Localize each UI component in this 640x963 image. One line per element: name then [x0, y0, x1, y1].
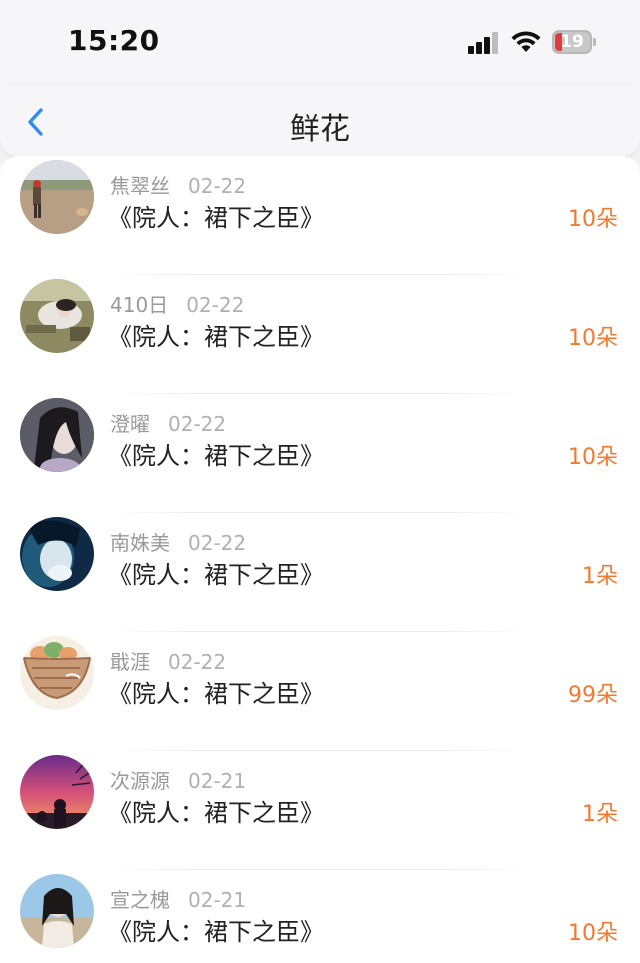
item-meta: 410日 02-22	[110, 289, 244, 318]
page-title: 鲜花	[290, 112, 350, 147]
user-name[interactable]: 宣之槐	[110, 888, 170, 912]
user-name[interactable]: 澄曜	[110, 412, 150, 436]
item-meta: 南姝美 02-22	[110, 527, 246, 556]
date: 02-21	[188, 769, 247, 793]
user-name[interactable]: 焦翠丝	[110, 174, 170, 198]
wifi-icon	[511, 31, 541, 52]
user-avatar[interactable]	[20, 636, 94, 710]
date: 02-22	[188, 531, 247, 555]
list-item[interactable]: 南姝美 02-22 《院人：裙下之臣》 1朵	[0, 513, 640, 632]
user-avatar[interactable]	[20, 160, 94, 234]
item-meta: 宣之槐 02-21	[110, 884, 246, 913]
item-meta: 戢涯 02-22	[110, 646, 226, 675]
user-avatar[interactable]	[20, 517, 94, 591]
date: 02-22	[186, 293, 245, 317]
user-name[interactable]: 410日	[110, 293, 168, 317]
battery-icon: 19	[552, 30, 596, 54]
flower-list: 焦翠丝 02-22 《院人：裙下之臣》 10朵 410日 02-22 《院人：裙…	[0, 156, 640, 963]
book-title[interactable]: 《院人：裙下之臣》	[108, 436, 324, 471]
list-item[interactable]: 宣之槐 02-21 《院人：裙下之臣》 10朵	[0, 870, 640, 963]
item-meta: 焦翠丝 02-22	[110, 170, 246, 199]
user-avatar[interactable]	[20, 398, 94, 472]
item-meta: 澄曜 02-22	[110, 408, 226, 437]
user-avatar[interactable]	[20, 279, 94, 353]
flower-count: 99朵	[568, 683, 618, 708]
battery-cap	[593, 38, 596, 46]
date: 02-21	[188, 888, 247, 912]
date: 02-22	[188, 174, 247, 198]
user-name[interactable]: 戢涯	[110, 650, 150, 674]
list-item[interactable]: 410日 02-22 《院人：裙下之臣》 10朵	[0, 275, 640, 394]
user-name[interactable]: 南姝美	[110, 531, 170, 555]
cellular-signal-icon	[468, 32, 500, 54]
list-item[interactable]: 澄曜 02-22 《院人：裙下之臣》 10朵	[0, 394, 640, 513]
user-avatar[interactable]	[20, 874, 94, 948]
flower-count: 10朵	[568, 326, 618, 351]
status-time: 15:20	[68, 24, 160, 57]
flower-count: 1朵	[582, 564, 618, 589]
status-bar: 15:20 19	[0, 0, 640, 86]
flower-count: 1朵	[582, 802, 618, 827]
list-item[interactable]: 次源源 02-21 《院人：裙下之臣》 1朵	[0, 751, 640, 870]
book-title[interactable]: 《院人：裙下之臣》	[108, 555, 324, 590]
book-title[interactable]: 《院人：裙下之臣》	[108, 793, 324, 828]
flower-count: 10朵	[568, 445, 618, 470]
book-title[interactable]: 《院人：裙下之臣》	[108, 674, 324, 709]
item-meta: 次源源 02-21	[110, 765, 246, 794]
book-title[interactable]: 《院人：裙下之臣》	[108, 317, 324, 352]
list-item[interactable]: 焦翠丝 02-22 《院人：裙下之臣》 10朵	[0, 156, 640, 275]
list-item[interactable]: 戢涯 02-22 《院人：裙下之臣》 99朵	[0, 632, 640, 751]
user-name[interactable]: 次源源	[110, 769, 170, 793]
book-title[interactable]: 《院人：裙下之臣》	[108, 912, 324, 947]
battery-level: 19	[560, 32, 584, 52]
flower-count: 10朵	[568, 921, 618, 946]
navigation-bar: 鲜花	[0, 86, 640, 156]
date: 02-22	[168, 650, 227, 674]
book-title[interactable]: 《院人：裙下之臣》	[108, 198, 324, 233]
date: 02-22	[168, 412, 227, 436]
app-screen: 15:20 19 鲜花 焦翠丝 02-22 《院人：裙下之臣》 10朵 410日…	[0, 0, 640, 963]
user-avatar[interactable]	[20, 755, 94, 829]
flower-count: 10朵	[568, 207, 618, 232]
